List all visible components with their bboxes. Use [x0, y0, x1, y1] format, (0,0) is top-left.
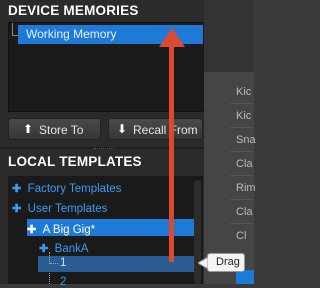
recall-from-label: Recall From: [133, 123, 198, 137]
right-panel-header: [204, 0, 254, 72]
device-memories-title: DEVICE MEMORIES: [8, 3, 139, 18]
pad-label: Sna: [236, 134, 256, 146]
row-divider: [230, 199, 254, 200]
divider-grip[interactable]: [94, 148, 114, 151]
pad-label: Cla: [236, 206, 253, 218]
recall-from-button[interactable]: ⬇ Recall From: [108, 118, 203, 140]
tree-item-bank[interactable]: ✚ BankA: [39, 239, 89, 257]
drag-arrow-line: [169, 40, 174, 262]
expand-plus-icon: ✚: [12, 203, 22, 215]
down-arrow-icon: ⬇: [117, 122, 128, 136]
row-divider: [230, 151, 254, 152]
store-to-button[interactable]: ⬆ Store To: [8, 118, 101, 140]
tree-connector: [49, 273, 51, 284]
drag-arrow-up-icon: [159, 28, 185, 47]
pad-label: Rim: [236, 182, 256, 194]
row-divider: [230, 223, 254, 224]
selected-pad-indicator: [236, 270, 254, 284]
pad-label: Kic: [236, 86, 252, 98]
expand-plus-icon: ✚: [27, 224, 37, 236]
pad-label: Cla: [236, 158, 253, 170]
row-divider: [230, 127, 254, 128]
tree-item-gig[interactable]: ✚ A Big Gig*: [27, 220, 95, 238]
memory-item-label: Working Memory: [26, 27, 117, 41]
tree-item-2[interactable]: 2: [60, 276, 66, 288]
tree-item-label: User Templates: [27, 203, 108, 215]
pad-label: Kic: [236, 110, 252, 122]
local-templates-title: LOCAL TEMPLATES: [8, 154, 142, 169]
up-arrow-icon: ⬆: [23, 122, 34, 136]
store-to-label: Store To: [39, 123, 84, 137]
tooltip-text: Drag: [216, 256, 240, 268]
tree-connector: [50, 263, 58, 264]
tree-item-factory[interactable]: ✚ Factory Templates: [12, 179, 121, 197]
tree-item-label: A Big Gig*: [42, 224, 96, 236]
tooltip-pointer-icon: [198, 257, 208, 269]
pad-label: Cl: [236, 230, 247, 242]
tree-item-label: BankA: [54, 243, 89, 255]
tree-item-user[interactable]: ✚ User Templates: [12, 199, 107, 217]
tree-item-label: Factory Templates: [27, 183, 122, 195]
expand-plus-icon: ✚: [12, 183, 22, 195]
drag-tooltip: Drag: [207, 253, 245, 272]
row-divider: [230, 103, 254, 104]
tree-item-1[interactable]: 1: [60, 257, 66, 269]
expand-plus-icon: ✚: [39, 243, 49, 255]
row-divider: [230, 175, 254, 176]
